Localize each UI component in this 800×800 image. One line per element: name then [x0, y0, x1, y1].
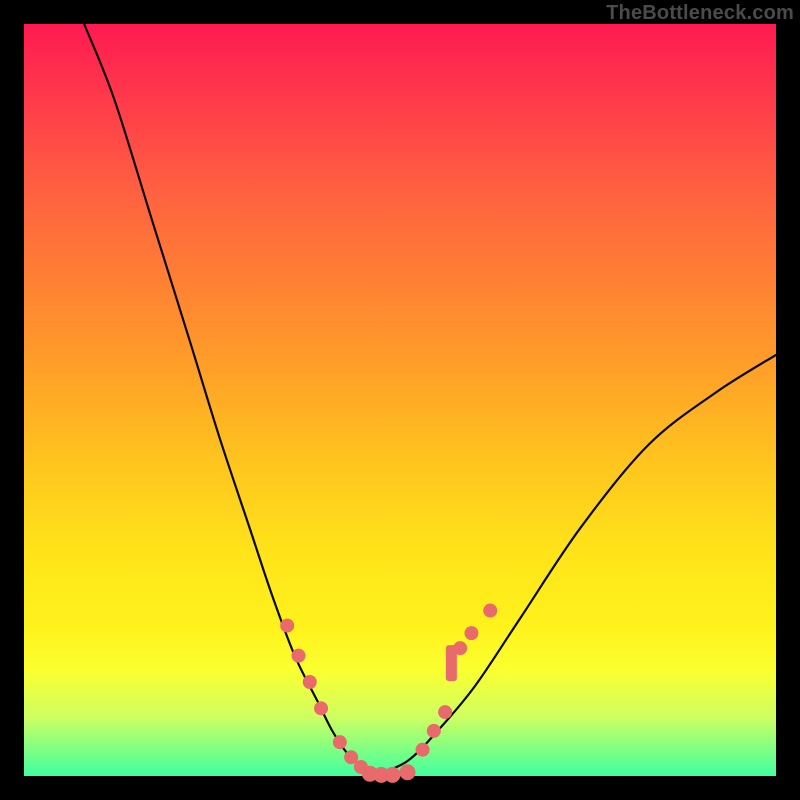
attribution-text: TheBottleneck.com: [606, 2, 794, 25]
data-marker: [438, 705, 452, 719]
left-curve: [84, 24, 374, 775]
chart-frame: TheBottleneck.com: [0, 0, 800, 800]
data-marker: [314, 701, 328, 715]
data-marker: [384, 767, 400, 783]
curve-layer: [24, 24, 776, 776]
data-marker: [427, 724, 441, 738]
data-marker: [400, 764, 416, 780]
data-marker: [291, 649, 305, 663]
data-marker: [464, 626, 478, 640]
data-marker: [280, 619, 294, 633]
data-marker: [416, 743, 430, 757]
trough-bar: [446, 645, 457, 681]
data-marker: [303, 675, 317, 689]
right-curve: [377, 355, 776, 775]
data-marker: [483, 604, 497, 618]
data-marker: [333, 735, 347, 749]
plot-area: [24, 24, 776, 776]
